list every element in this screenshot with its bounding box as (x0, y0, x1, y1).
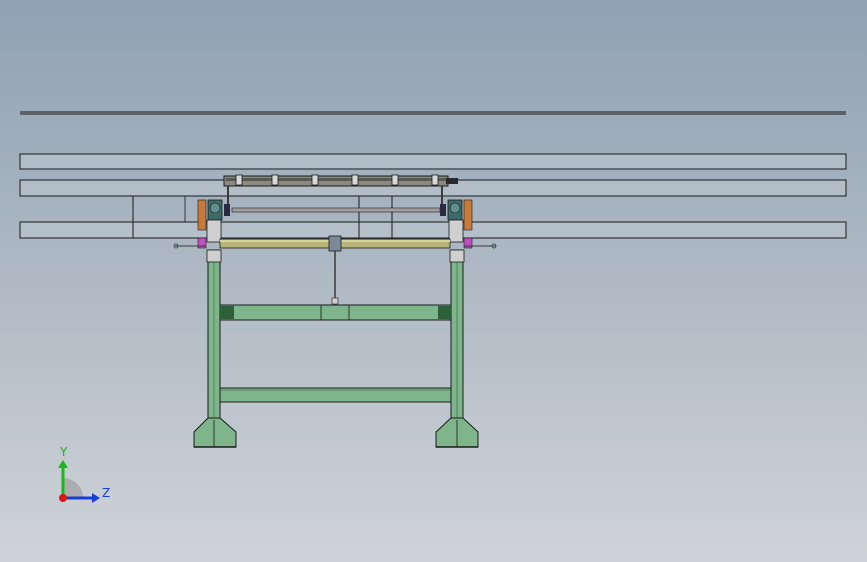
conveyor-rails[interactable] (19, 153, 847, 239)
top-guide-line (20, 111, 846, 115)
frame-left-foot[interactable] (193, 417, 237, 448)
frame-lower-crossbar[interactable] (219, 387, 452, 403)
y-axis-label: Y (59, 445, 68, 459)
frame-left-leg[interactable] (206, 249, 222, 421)
upper-shaft[interactable] (224, 204, 446, 216)
assembly-drawing[interactable]: Y Z (0, 0, 867, 562)
frame-upper-crossbar[interactable] (219, 304, 452, 321)
frame-right-foot[interactable] (435, 417, 479, 448)
rail-upper (19, 153, 847, 170)
rail-lower (19, 221, 847, 239)
coordinate-triad: Y Z (58, 445, 110, 503)
z-axis-label: Z (102, 486, 110, 500)
frame-right-leg[interactable] (449, 249, 465, 421)
cad-graphics-viewport[interactable]: Y Z (0, 0, 867, 562)
